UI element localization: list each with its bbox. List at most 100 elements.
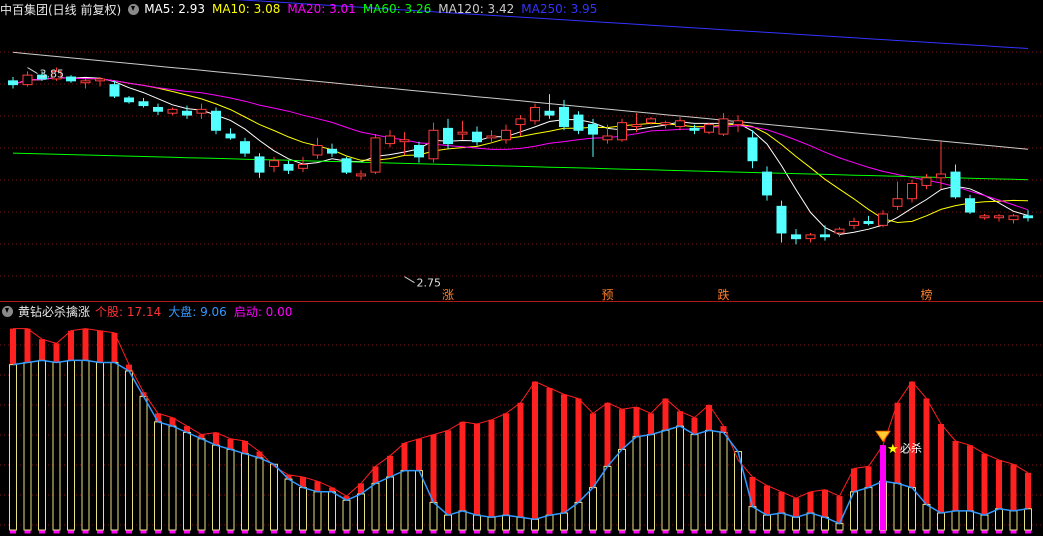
- candle: [414, 141, 424, 163]
- candle: [486, 130, 497, 142]
- signal-mark: 跌: [718, 287, 730, 302]
- candle: [95, 77, 105, 87]
- candle-body: [80, 80, 91, 84]
- candle-body: [399, 139, 410, 143]
- market-base-bar: [922, 504, 931, 531]
- candle: [211, 107, 221, 135]
- menu-dropdown-icon[interactable]: [128, 3, 140, 15]
- candle: [544, 94, 555, 119]
- indicator-legend-item-1: 大盘: 9.06: [168, 304, 227, 319]
- candle: [225, 128, 236, 140]
- market-base-bar: [415, 470, 423, 531]
- candle-body: [979, 215, 990, 219]
- signal-mark: 预: [602, 288, 614, 302]
- annotation-label: 2.75: [417, 277, 442, 290]
- annotation-pointer: [27, 67, 38, 74]
- candle-body: [414, 144, 424, 158]
- market-base-bar: [661, 429, 670, 531]
- candle: [1008, 213, 1019, 224]
- market-base-bar: [821, 516, 829, 531]
- market-base-bar: [96, 362, 104, 531]
- candle-body: [196, 108, 207, 114]
- signal-marks: 涨预跌榜: [442, 287, 933, 302]
- market-base-bar: [458, 510, 467, 531]
- candle: [863, 215, 874, 226]
- signal-mark: 涨: [442, 287, 454, 302]
- candle-body: [327, 148, 337, 154]
- candle-body: [182, 110, 192, 116]
- candle: [22, 71, 33, 87]
- candle-body: [878, 213, 888, 226]
- candle: [718, 113, 729, 136]
- candle: [979, 213, 990, 220]
- candle-body: [820, 234, 830, 238]
- candle-body: [211, 110, 221, 131]
- market-base-bar: [531, 518, 539, 531]
- candle: [501, 124, 511, 144]
- candle: [283, 160, 294, 175]
- market-base-bar: [951, 510, 960, 531]
- market-base-bar: [603, 465, 612, 531]
- ma-legend-item-0: MA5: 2.93: [144, 2, 205, 16]
- annotation-pointer: [404, 276, 415, 284]
- candle: [762, 166, 772, 201]
- market-base-bar: [313, 491, 322, 531]
- candle-body: [994, 215, 1004, 219]
- market-base-bar: [632, 436, 641, 531]
- market-base-bar: [937, 512, 945, 531]
- candle-body: [762, 171, 772, 196]
- candle-body: [8, 80, 18, 86]
- market-base-bar: [473, 514, 481, 531]
- candle-body: [254, 156, 265, 173]
- indicator-title: 黄钻必杀擒涨: [18, 304, 91, 319]
- candle-body: [443, 127, 453, 145]
- candle-body: [501, 129, 511, 141]
- candle-body: [109, 84, 120, 97]
- market-base-bar: [705, 429, 713, 531]
- candle-body: [776, 205, 787, 234]
- candle-body: [269, 160, 279, 167]
- market-base-bar: [589, 487, 597, 531]
- indicator-legend: 黄钻必杀擒涨 个股: 17.14 大盘: 9.06 启动: 0.00: [0, 302, 306, 320]
- candle-body: [747, 137, 758, 162]
- candle: [269, 156, 279, 173]
- candle: [385, 130, 395, 148]
- candle-body: [225, 133, 236, 139]
- candle: [66, 75, 76, 83]
- candle: [878, 210, 888, 228]
- market-base-bar: [1024, 508, 1032, 531]
- stock-title: 中百集团(日线 前复权): [0, 2, 122, 17]
- candle: [573, 111, 584, 135]
- candle-body: [544, 110, 555, 116]
- market-base-bar: [647, 434, 655, 531]
- market-base-bar: [893, 482, 902, 531]
- candle-body: [153, 106, 163, 112]
- market-base-bar: [806, 512, 815, 531]
- candle-body: [965, 198, 975, 213]
- candle-body: [1023, 215, 1033, 219]
- market-base-bar: [980, 514, 989, 531]
- candle: [921, 174, 932, 190]
- candle-body: [167, 108, 178, 114]
- candle: [617, 118, 627, 142]
- candle-body: [588, 124, 598, 135]
- kill-label: 必杀: [900, 441, 922, 455]
- candle-body: [530, 106, 540, 122]
- candle: [849, 217, 859, 230]
- market-base-bar: [284, 478, 293, 531]
- ma60-line: [12, 152, 1029, 181]
- market-base-bar: [23, 362, 32, 531]
- price-annotations: 3.85 2.75: [27, 67, 442, 290]
- candle: [312, 137, 323, 159]
- candle: [660, 120, 671, 129]
- indicator-menu-icon[interactable]: [2, 305, 13, 317]
- ma-legend-item-2: MA20: 3.01: [287, 2, 356, 16]
- candle: [370, 134, 381, 175]
- candle: [791, 229, 801, 245]
- market-base-bar: [719, 431, 728, 531]
- market-base-bar: [777, 512, 786, 531]
- ma-legend-item-5: MA250: 3.95: [521, 2, 598, 16]
- market-base-bar: [357, 493, 365, 531]
- candle: [327, 143, 337, 157]
- candle-body: [22, 74, 33, 86]
